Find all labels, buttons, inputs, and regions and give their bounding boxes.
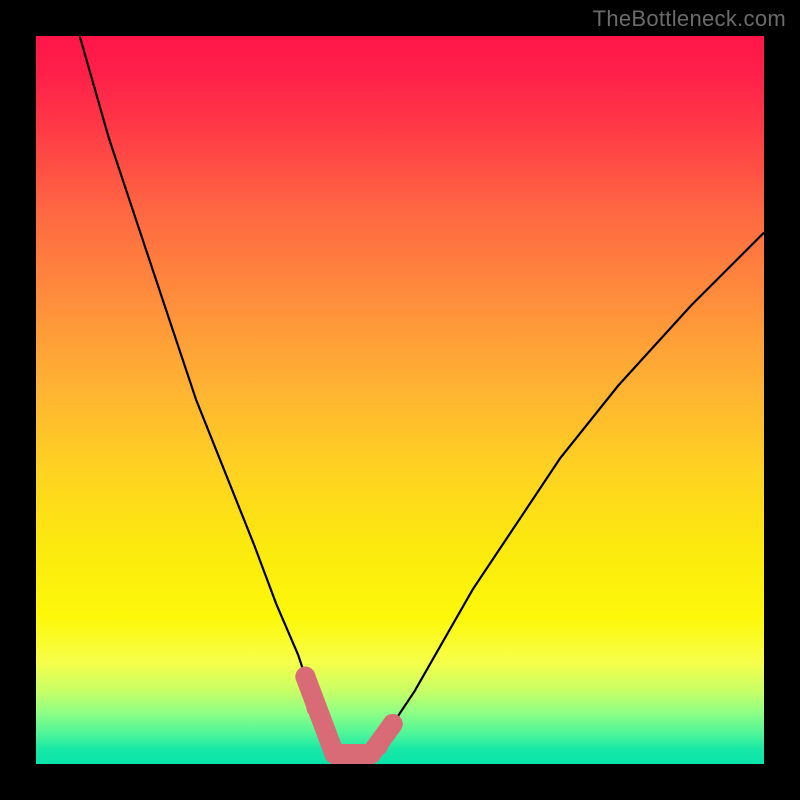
marker-dot bbox=[383, 714, 403, 734]
marker-dot bbox=[368, 736, 388, 756]
marker-dot bbox=[343, 744, 363, 764]
marker-dot bbox=[295, 667, 315, 687]
plot-area bbox=[36, 36, 764, 764]
curve-layer bbox=[36, 36, 764, 764]
marker-dots bbox=[295, 667, 402, 764]
marker-dot bbox=[324, 744, 344, 764]
marker-dot bbox=[306, 698, 326, 718]
bottleneck-curve bbox=[80, 36, 764, 764]
chart-frame: TheBottleneck.com bbox=[0, 0, 800, 800]
watermark-text: TheBottleneck.com bbox=[593, 6, 786, 32]
